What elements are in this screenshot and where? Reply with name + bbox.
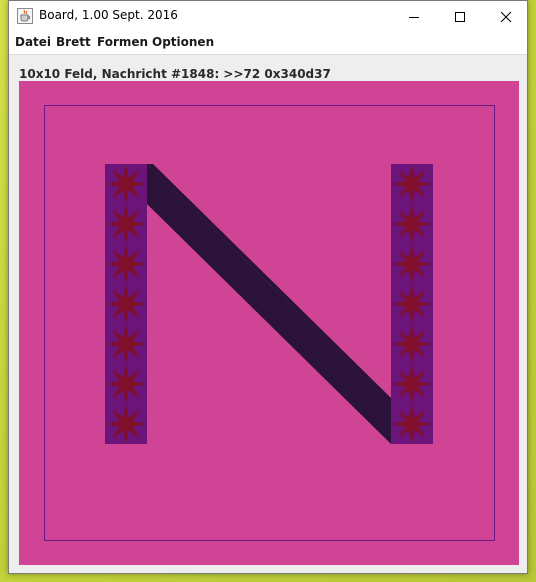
close-button[interactable]: [483, 1, 529, 32]
right-star-icon: [392, 244, 432, 284]
menu-datei[interactable]: Datei: [15, 35, 51, 49]
app-window: Board, 1.00 Sept. 2016 Datei Brett Forme…: [8, 0, 528, 574]
right-star-icon: [392, 324, 432, 364]
maximize-button[interactable]: [437, 1, 483, 32]
left-star-icon: [106, 324, 146, 364]
minimize-button[interactable]: [391, 1, 437, 32]
maximize-icon: [455, 11, 465, 22]
menu-bar: Datei Brett Formen Optionen: [9, 32, 527, 55]
status-message: 10x10 Feld, Nachricht #1848: >>72 0x340d…: [19, 67, 331, 81]
right-star-icon: [392, 404, 432, 444]
menu-formen[interactable]: Formen: [97, 35, 148, 49]
right-star-icon: [392, 284, 432, 324]
java-cup-icon: [17, 8, 33, 24]
left-star-icon: [106, 244, 146, 284]
right-star-icon: [392, 204, 432, 244]
left-star-icon: [106, 164, 146, 204]
left-star-icon: [106, 404, 146, 444]
minimize-icon: [409, 16, 419, 18]
content-area: 10x10 Feld, Nachricht #1848: >>72 0x340d…: [9, 55, 527, 573]
left-star-icon: [106, 204, 146, 244]
window-title: Board, 1.00 Sept. 2016: [39, 8, 178, 22]
board-canvas[interactable]: [19, 81, 519, 565]
menu-brett[interactable]: Brett: [56, 35, 91, 49]
close-icon: [500, 11, 512, 22]
title-bar[interactable]: Board, 1.00 Sept. 2016: [9, 1, 527, 32]
left-star-icon: [106, 364, 146, 404]
menu-optionen[interactable]: Optionen: [152, 35, 214, 49]
right-star-icon: [392, 164, 432, 204]
right-star-icon: [392, 364, 432, 404]
left-star-icon: [106, 284, 146, 324]
